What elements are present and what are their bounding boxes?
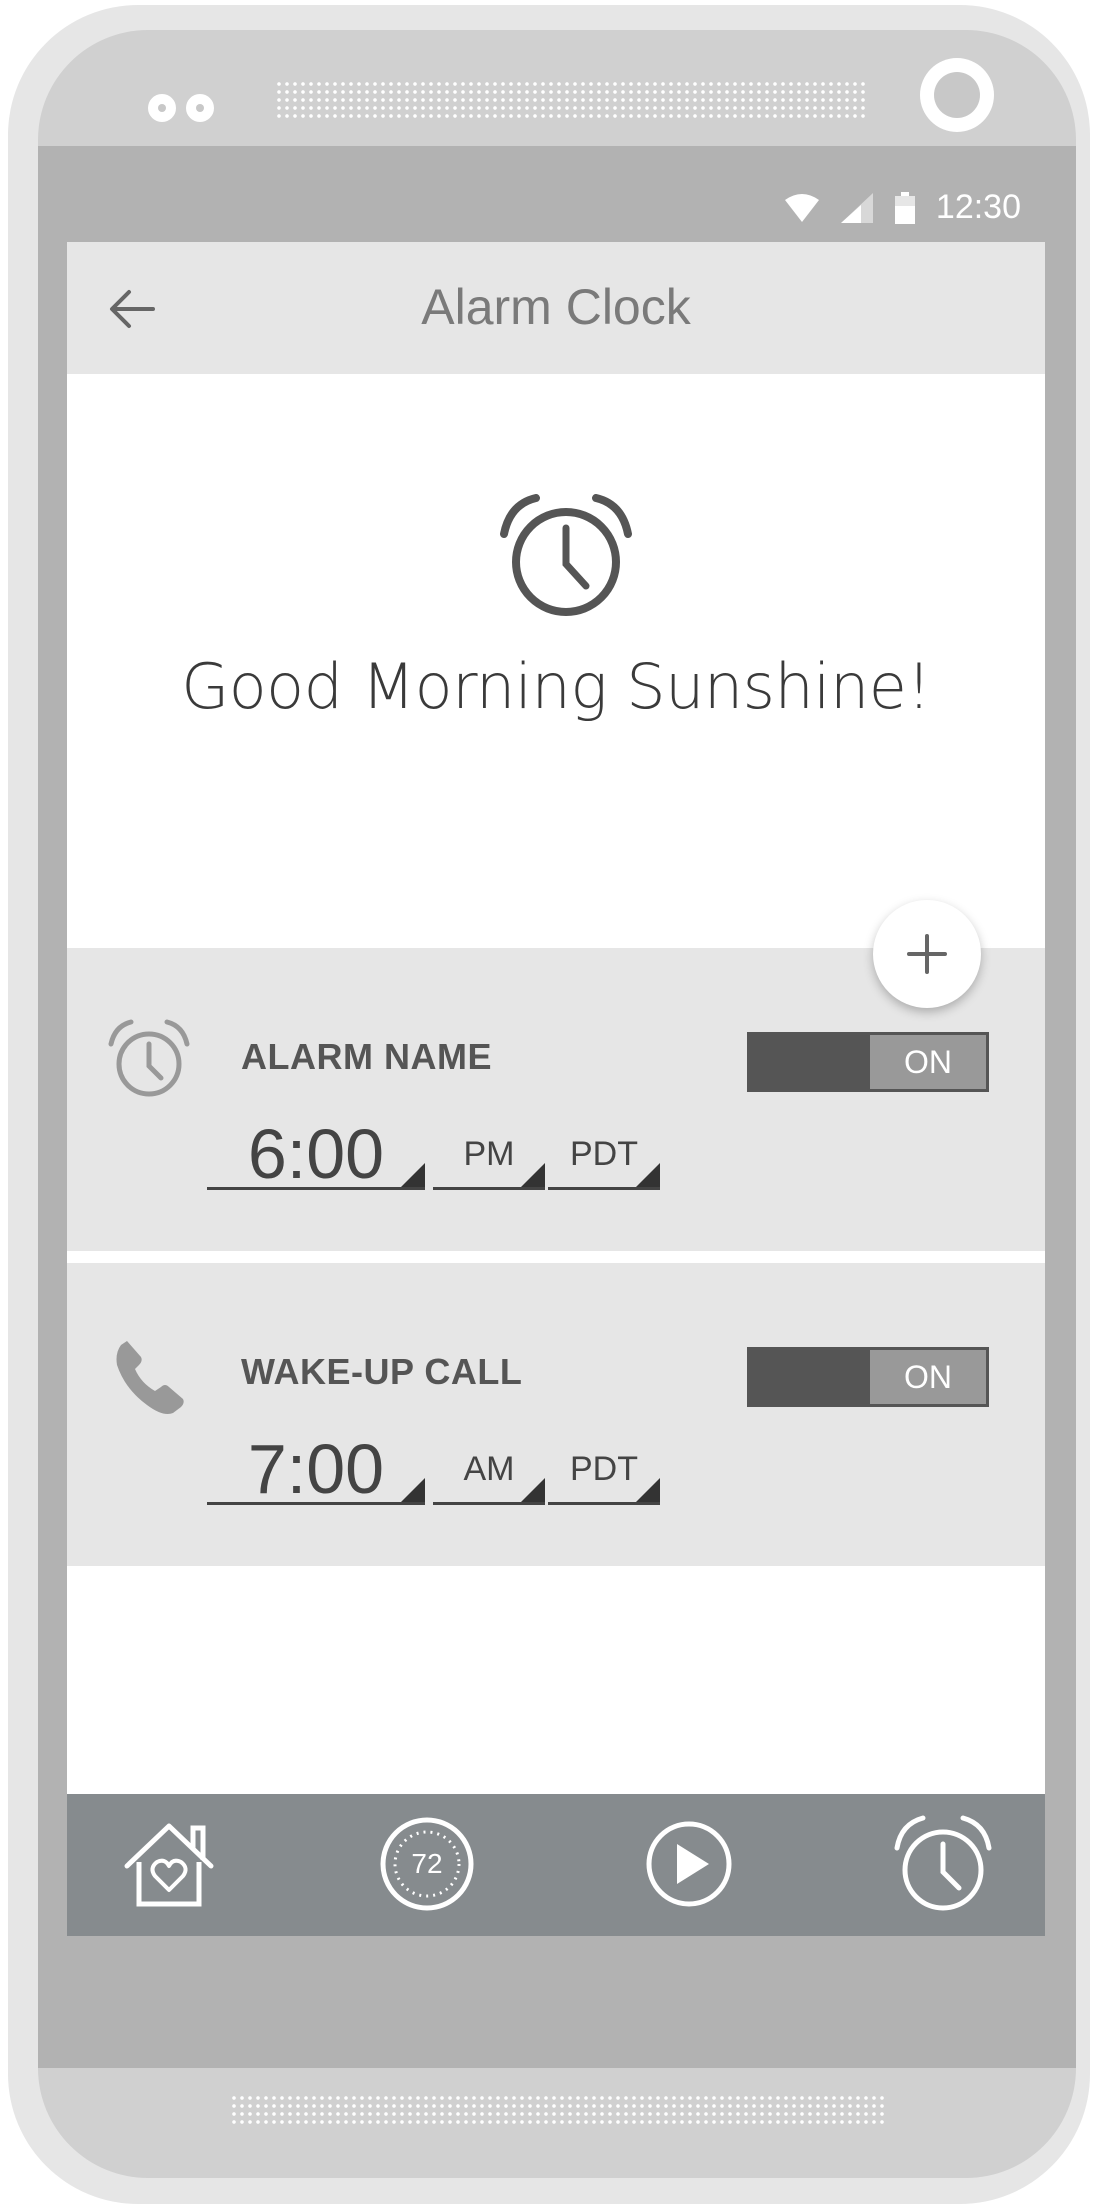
phone-icon xyxy=(116,1341,184,1414)
toggle-state-label: ON xyxy=(870,1035,986,1089)
ampm-dropdown[interactable]: AM xyxy=(433,1433,545,1505)
top-speaker-grille xyxy=(275,80,867,118)
play-icon[interactable] xyxy=(639,1814,739,1914)
plus-icon xyxy=(907,934,947,974)
wifi-icon xyxy=(785,194,819,222)
alarm-clock-icon xyxy=(108,1019,190,1097)
thermostat-button[interactable]: 72 xyxy=(377,1814,477,1914)
time-dropdown[interactable]: 6:00 xyxy=(207,1118,425,1190)
timezone-dropdown[interactable]: PDT xyxy=(548,1118,660,1190)
alarm-card: WAKE-UP CALL ON 7:00 AM PDT xyxy=(67,1263,1045,1566)
timezone-dropdown[interactable]: PDT xyxy=(548,1433,660,1505)
alarm-toggle[interactable]: ON xyxy=(747,1032,989,1092)
sensor-dots xyxy=(148,94,214,122)
bottom-speaker-grille xyxy=(230,2094,888,2124)
toggle-state-label: ON xyxy=(870,1350,986,1404)
app-bar: Alarm Clock xyxy=(67,242,1045,374)
status-bar: 12:30 xyxy=(67,180,1045,242)
ampm-dropdown[interactable]: PM xyxy=(433,1118,545,1190)
thermostat-temp: 72 xyxy=(411,1848,443,1879)
add-alarm-button[interactable] xyxy=(873,900,981,1008)
alarm-name: ALARM NAME xyxy=(241,1036,492,1077)
signal-icon xyxy=(841,193,873,223)
status-time: 12:30 xyxy=(935,188,1021,226)
front-camera xyxy=(920,58,994,132)
bottom-nav: 72 xyxy=(67,1794,1045,1936)
greeting-text: Good Morning Sunshine! xyxy=(181,650,931,723)
page-title: Alarm Clock xyxy=(421,279,691,335)
battery-icon xyxy=(895,192,915,224)
alarm-name: WAKE-UP CALL xyxy=(241,1351,523,1392)
home-heart-icon[interactable] xyxy=(119,1814,219,1914)
time-dropdown[interactable]: 7:00 xyxy=(207,1433,425,1505)
alarm-clock-icon[interactable] xyxy=(893,1814,993,1914)
alarm-clock-icon xyxy=(500,494,632,616)
alarm-toggle[interactable]: ON xyxy=(747,1347,989,1407)
